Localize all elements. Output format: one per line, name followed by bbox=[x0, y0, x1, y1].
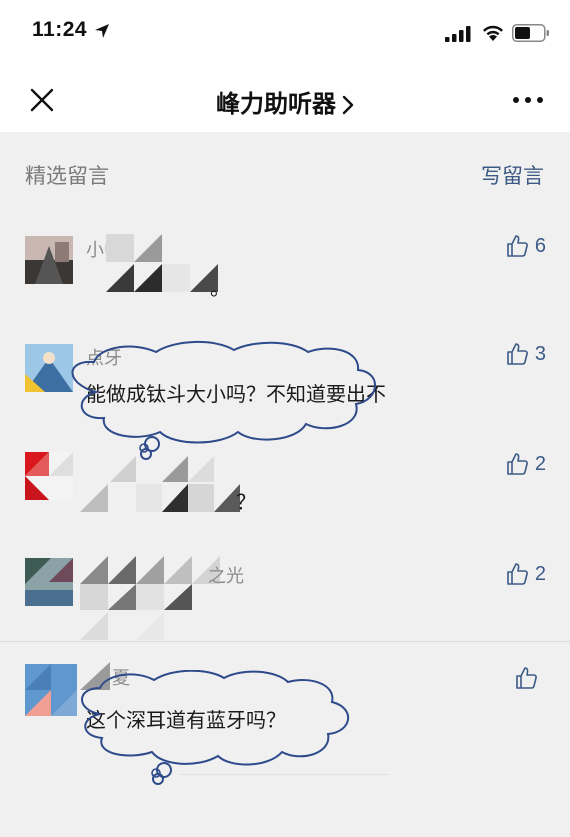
write-comment-button[interactable]: 写留言 bbox=[481, 160, 544, 190]
like-count: 3 bbox=[534, 342, 546, 365]
comment-text: 。 bbox=[210, 276, 230, 300]
pixelated-text-mosaic bbox=[86, 234, 226, 292]
like-button[interactable]: 3 bbox=[505, 342, 546, 366]
pixelated-text-mosaic bbox=[80, 452, 240, 512]
status-bar: 11:24 bbox=[0, 0, 570, 66]
pixelated-text-mosaic bbox=[80, 662, 110, 690]
avatar[interactable] bbox=[25, 344, 73, 392]
section-title: 精选留言 bbox=[25, 164, 109, 188]
battery-icon bbox=[512, 24, 549, 42]
more-icon[interactable] bbox=[512, 94, 544, 106]
pixelated-text-mosaic bbox=[80, 554, 220, 640]
like-button[interactable]: 6 bbox=[505, 234, 546, 258]
avatar[interactable] bbox=[25, 236, 73, 284]
comments-header: 精选留言 写留言 bbox=[0, 132, 570, 212]
comment-text: 能做成钛斗大小吗？不知道要出不 bbox=[86, 382, 386, 406]
avatar[interactable] bbox=[25, 664, 77, 716]
thumbs-up-icon bbox=[507, 563, 528, 585]
location-arrow-icon bbox=[95, 24, 109, 38]
like-button[interactable]: 2 bbox=[505, 562, 546, 586]
comment-text: ？ bbox=[236, 490, 256, 514]
wifi-icon bbox=[483, 25, 503, 41]
thumbs-up-icon bbox=[507, 453, 528, 475]
status-time: 11:24 bbox=[32, 18, 88, 41]
comment-item: 之光 2 bbox=[0, 542, 570, 642]
comment-item: 点牙 能做成钛斗大小吗？不知道要出不 3 bbox=[0, 322, 570, 432]
like-count: 2 bbox=[534, 452, 546, 475]
thumbs-up-icon bbox=[507, 343, 528, 365]
cellular-signal-icon bbox=[445, 26, 471, 42]
avatar[interactable] bbox=[25, 558, 73, 606]
comment-author: 之光 bbox=[208, 566, 244, 587]
article-title-link[interactable]: 峰力助听器 bbox=[0, 84, 570, 119]
faint-divider bbox=[180, 774, 390, 775]
page-title: 峰力助听器 bbox=[216, 90, 336, 118]
comment-author: 点牙 bbox=[86, 348, 122, 369]
like-count: 6 bbox=[534, 234, 546, 257]
comment-item: ？ 2 bbox=[0, 432, 570, 542]
thumbs-up-icon bbox=[516, 667, 537, 689]
chevron-right-icon bbox=[342, 95, 354, 115]
comment-item: 小中 。 6 bbox=[0, 212, 570, 322]
nav-bar: 峰力助听器 bbox=[0, 66, 570, 132]
like-button[interactable]: 2 bbox=[505, 452, 546, 476]
comment-item: 夏 这个深耳道有蓝牙吗？ bbox=[0, 642, 570, 802]
like-count: 2 bbox=[534, 562, 546, 585]
thumbs-up-icon bbox=[507, 235, 528, 257]
comment-text: 这个深耳道有蓝牙吗？ bbox=[86, 708, 286, 732]
comment-author: 夏 bbox=[112, 668, 130, 689]
like-button[interactable] bbox=[514, 666, 544, 690]
avatar[interactable] bbox=[25, 452, 73, 500]
